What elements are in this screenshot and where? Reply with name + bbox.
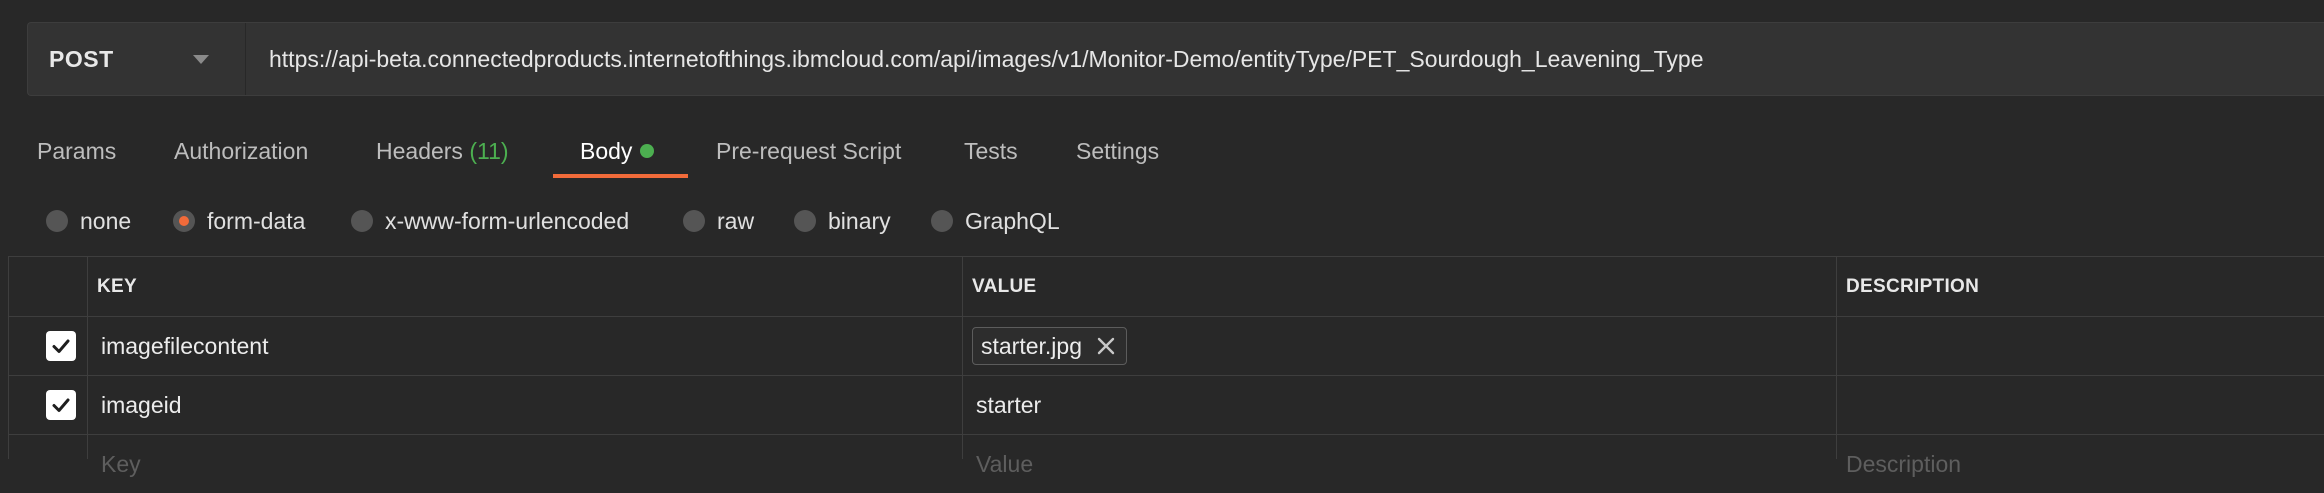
value-cell[interactable]: starter [976, 376, 1041, 434]
radio-circle-selected [173, 210, 195, 232]
radio-circle [351, 210, 373, 232]
radio-label: GraphQL [965, 207, 1060, 234]
radio-circle [683, 210, 705, 232]
radio-none[interactable]: none [46, 204, 131, 238]
url-input[interactable]: https://api-beta.connectedproducts.inter… [246, 46, 1704, 73]
key-cell[interactable]: imagefilecontent [101, 317, 269, 375]
radio-label: form-data [207, 207, 306, 234]
tab-label: Body [580, 138, 633, 164]
tab-label: Params [37, 138, 117, 164]
tab-body[interactable]: Body [580, 138, 655, 165]
tab-label: Pre-request Script [716, 138, 902, 164]
table-row: imageid starter [9, 376, 2324, 435]
headers-count-badge: (11) [469, 138, 509, 164]
radio-circle [931, 210, 953, 232]
close-icon[interactable] [1096, 336, 1116, 356]
new-description-input[interactable]: Description [1846, 435, 1961, 493]
table-row: imagefilecontent starter.jpg [9, 317, 2324, 376]
chevron-down-icon [193, 54, 209, 64]
key-cell[interactable]: imageid [101, 376, 182, 434]
active-dot-icon [640, 144, 655, 158]
radio-x-www-form-urlencoded[interactable]: x-www-form-urlencoded [351, 204, 629, 238]
radio-label: x-www-form-urlencoded [385, 207, 630, 234]
value-cell[interactable]: starter.jpg [972, 317, 1127, 375]
description-column-header: DESCRIPTION [1846, 275, 1980, 297]
radio-form-data[interactable]: form-data [173, 204, 305, 238]
form-data-table: KEY VALUE DESCRIPTION imagefilecontent s… [8, 256, 2324, 477]
check-icon [52, 339, 70, 353]
row-checkbox[interactable] [46, 376, 76, 434]
tab-headers[interactable]: Headers (11) [376, 138, 509, 165]
checkbox-checked[interactable] [46, 331, 76, 361]
radio-circle [794, 210, 816, 232]
tab-label: Tests [964, 138, 1018, 164]
radio-graphql[interactable]: GraphQL [931, 204, 1060, 238]
tab-label: Settings [1076, 138, 1160, 164]
tab-tests[interactable]: Tests [964, 138, 1018, 165]
tab-label: Authorization [174, 138, 309, 164]
radio-label: binary [828, 207, 891, 234]
file-chip: starter.jpg [972, 327, 1127, 365]
value-column-header: VALUE [972, 275, 1037, 297]
file-name: starter.jpg [981, 332, 1082, 359]
radio-circle [46, 210, 68, 232]
key-column-header: KEY [97, 275, 137, 297]
new-row: Key Value Description [9, 435, 2324, 493]
row-checkbox[interactable] [46, 317, 76, 375]
request-bar: POST https://api-beta.connectedproducts.… [27, 22, 2324, 96]
radio-raw[interactable]: raw [683, 204, 754, 238]
tab-pre-request-script[interactable]: Pre-request Script [716, 138, 901, 165]
tab-settings[interactable]: Settings [1076, 138, 1159, 165]
radio-label: raw [717, 207, 755, 234]
active-tab-indicator [553, 174, 688, 178]
method-label: POST [49, 45, 114, 72]
method-select[interactable]: POST [28, 23, 246, 95]
checkbox-checked[interactable] [46, 390, 76, 420]
table-header-row: KEY VALUE DESCRIPTION [9, 257, 2324, 317]
tab-label: Headers [376, 138, 463, 164]
new-value-input[interactable]: Value [976, 435, 1033, 493]
body-type-options: none form-data x-www-form-urlencoded raw… [0, 204, 2324, 238]
tab-params[interactable]: Params [37, 138, 116, 165]
check-icon [52, 398, 70, 412]
radio-label: none [80, 207, 132, 234]
radio-binary[interactable]: binary [794, 204, 891, 238]
tab-authorization[interactable]: Authorization [174, 138, 308, 165]
new-key-input[interactable]: Key [101, 435, 141, 493]
request-tabs: Params Authorization Headers (11) Body P… [0, 132, 2324, 180]
